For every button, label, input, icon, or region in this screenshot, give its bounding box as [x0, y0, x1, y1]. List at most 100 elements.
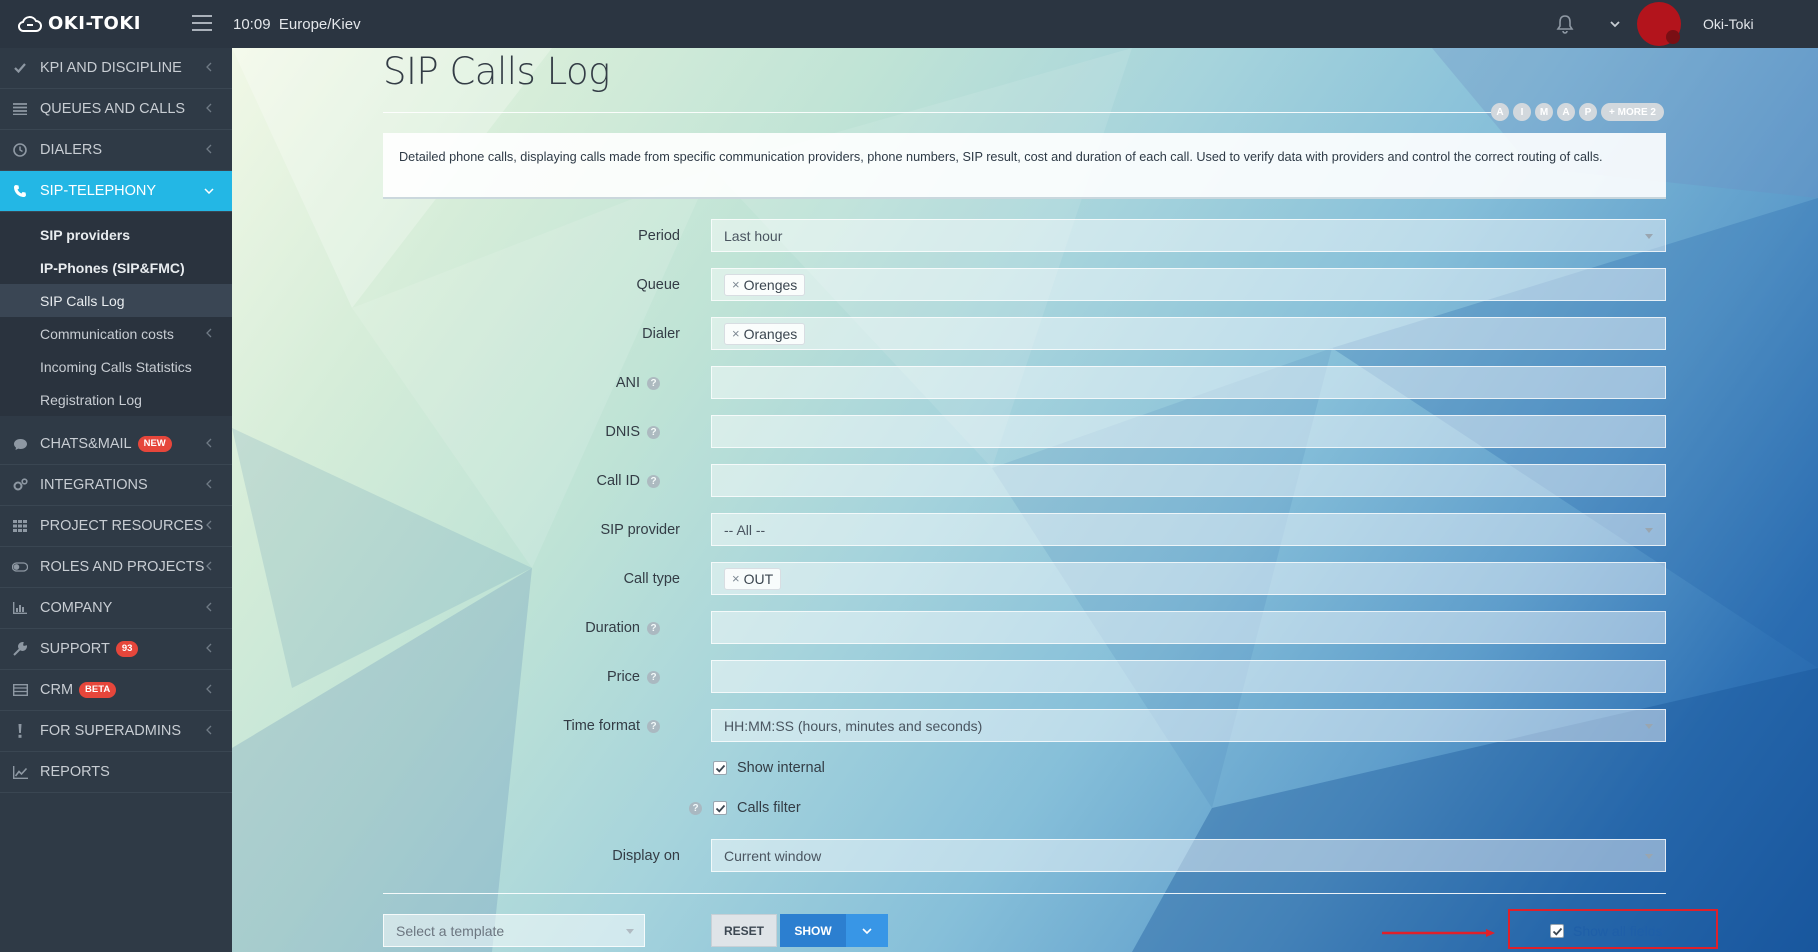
- bar-chart-icon: [12, 600, 28, 616]
- sidebar-item-queues-and-calls[interactable]: QUEUES AND CALLS: [0, 89, 232, 130]
- caret-down-icon: [1645, 234, 1653, 239]
- page-title: SIP Calls Log: [383, 50, 610, 93]
- time-format-label: Time format?: [360, 718, 660, 734]
- tag-remove-icon[interactable]: ×: [732, 571, 740, 586]
- access-chip[interactable]: P: [1579, 103, 1597, 121]
- show-button[interactable]: SHOW: [780, 914, 846, 947]
- access-chips: A I M A P + MORE 2: [1491, 103, 1664, 121]
- sidebar-item-label: QUEUES AND CALLS: [40, 101, 186, 117]
- toggle-icon: [12, 559, 28, 575]
- duration-input[interactable]: [711, 611, 1666, 644]
- checkmark-icon: [715, 764, 725, 773]
- price-input[interactable]: [711, 660, 1666, 693]
- new-badge: NEW: [137, 436, 172, 452]
- phone-icon: [12, 183, 28, 199]
- user-name[interactable]: Oki-Toki: [1703, 16, 1754, 32]
- menu-toggle-icon[interactable]: [192, 15, 212, 33]
- display-on-select[interactable]: Current window: [711, 839, 1666, 872]
- ani-input[interactable]: [711, 366, 1666, 399]
- sidebar-item-dialers[interactable]: DIALERS: [0, 130, 232, 171]
- sidebar-item-label: INTEGRATIONS: [40, 477, 148, 493]
- sidebar-item-company[interactable]: COMPANY: [0, 588, 232, 629]
- sidebar-item-label: DIALERS: [40, 142, 103, 158]
- sidebar-item-chats-mail[interactable]: CHATS&MAIL NEW: [0, 424, 232, 465]
- caret-down-icon: [1645, 724, 1653, 729]
- period-select[interactable]: Last hour: [711, 219, 1666, 252]
- sidebar-item-support[interactable]: SUPPORT 93: [0, 629, 232, 670]
- beta-badge: BETA: [79, 682, 117, 698]
- time-format-select[interactable]: HH:MM:SS (hours, minutes and seconds): [711, 709, 1666, 742]
- dialer-tag: × Oranges: [724, 322, 806, 345]
- dialer-multiselect[interactable]: × Oranges: [711, 317, 1666, 350]
- calls-filter-checkbox[interactable]: Calls filter: [713, 800, 801, 816]
- sidebar-item-label: SIP-TELEPHONY: [40, 183, 157, 199]
- reset-button[interactable]: RESET: [711, 914, 777, 947]
- help-icon[interactable]: ?: [647, 621, 660, 635]
- template-placeholder: Select a template: [396, 922, 505, 939]
- template-select[interactable]: Select a template: [383, 914, 645, 947]
- help-icon[interactable]: ?: [647, 474, 660, 488]
- submenu-item-label: SIP Calls Log: [40, 292, 125, 309]
- checkbox-checked[interactable]: [713, 761, 727, 775]
- show-options-dropdown-button[interactable]: [846, 914, 888, 947]
- wrench-icon: [12, 641, 28, 657]
- call-type-multiselect[interactable]: × OUT: [711, 562, 1666, 595]
- sidebar-item-integrations[interactable]: INTEGRATIONS: [0, 465, 232, 506]
- queue-label: Queue: [636, 277, 680, 293]
- access-chip[interactable]: I: [1513, 103, 1531, 121]
- help-icon[interactable]: ?: [647, 670, 660, 684]
- queue-multiselect[interactable]: × Orenges: [711, 268, 1666, 301]
- period-value: Last hour: [724, 227, 783, 244]
- tag-remove-icon[interactable]: ×: [732, 326, 740, 341]
- access-chip[interactable]: A: [1491, 103, 1509, 121]
- call-id-input[interactable]: [711, 464, 1666, 497]
- sidebar-item-for-superadmins[interactable]: FOR SUPERADMINS: [0, 711, 232, 752]
- cloud-logo-icon: [18, 15, 42, 32]
- sidebar-item-project-resources[interactable]: PROJECT RESOURCES: [0, 506, 232, 547]
- sidebar-item-reports[interactable]: REPORTS: [0, 752, 232, 793]
- chevron-left-icon: [206, 144, 212, 154]
- call-type-tag-label: OUT: [743, 570, 774, 587]
- grid-icon: [12, 518, 28, 534]
- caret-down-icon: [1645, 854, 1653, 859]
- call-id-label-text: Call ID: [596, 473, 640, 489]
- chevron-down-icon[interactable]: [1608, 18, 1622, 30]
- show-internal-checkbox[interactable]: Show internal: [713, 760, 825, 776]
- submenu-item-registration-log[interactable]: Registration Log: [0, 383, 232, 416]
- title-divider: [383, 112, 1493, 113]
- avatar-status-dot: [1666, 30, 1680, 44]
- checkbox-checked[interactable]: [1550, 924, 1564, 938]
- help-icon[interactable]: ?: [647, 376, 660, 390]
- check-icon: [12, 60, 28, 76]
- submenu-item-incoming-calls-statistics[interactable]: Incoming Calls Statistics: [0, 350, 232, 383]
- logo[interactable]: OKI-TOKI: [18, 13, 141, 34]
- chevron-left-icon: [206, 684, 212, 694]
- sidebar-item-label: KPI AND DISCIPLINE: [40, 60, 182, 76]
- call-id-label: Call ID?: [360, 473, 660, 489]
- submenu-item-sip-calls-log[interactable]: SIP Calls Log: [0, 284, 232, 317]
- submenu-item-ip-phones[interactable]: IP-Phones (SIP&FMC): [0, 251, 232, 284]
- sidebar-item-kpi-and-discipline[interactable]: KPI AND DISCIPLINE: [0, 48, 232, 89]
- dnis-input[interactable]: [711, 415, 1666, 448]
- submenu-item-sip-providers[interactable]: SIP providers: [0, 218, 232, 251]
- access-chip[interactable]: A: [1557, 103, 1575, 121]
- sidebar-item-sip-telephony[interactable]: SIP-TELEPHONY: [0, 171, 232, 212]
- chevron-down-icon: [204, 188, 214, 194]
- tag-remove-icon[interactable]: ×: [732, 277, 740, 292]
- more-chip[interactable]: + MORE 2: [1601, 103, 1664, 121]
- access-chip[interactable]: M: [1535, 103, 1553, 121]
- checkbox-checked[interactable]: [713, 801, 727, 815]
- submenu-item-communication-costs[interactable]: Communication costs: [0, 317, 232, 350]
- bell-icon[interactable]: [1556, 14, 1574, 34]
- help-icon[interactable]: ?: [647, 425, 660, 439]
- show-all-fields-label: Show all fields: [1573, 923, 1663, 939]
- sidebar: KPI AND DISCIPLINE QUEUES AND CALLS DIAL…: [0, 48, 232, 952]
- help-icon[interactable]: ?: [689, 802, 702, 815]
- help-icon[interactable]: ?: [647, 719, 660, 733]
- sidebar-item-crm[interactable]: CRM BETA: [0, 670, 232, 711]
- show-all-fields-checkbox[interactable]: Show all fields: [1550, 923, 1663, 939]
- sidebar-item-label: CRM: [40, 682, 74, 698]
- chat-icon: [12, 436, 28, 452]
- sip-provider-select[interactable]: -- All --: [711, 513, 1666, 546]
- sidebar-item-roles-and-projects[interactable]: ROLES AND PROJECTS: [0, 547, 232, 588]
